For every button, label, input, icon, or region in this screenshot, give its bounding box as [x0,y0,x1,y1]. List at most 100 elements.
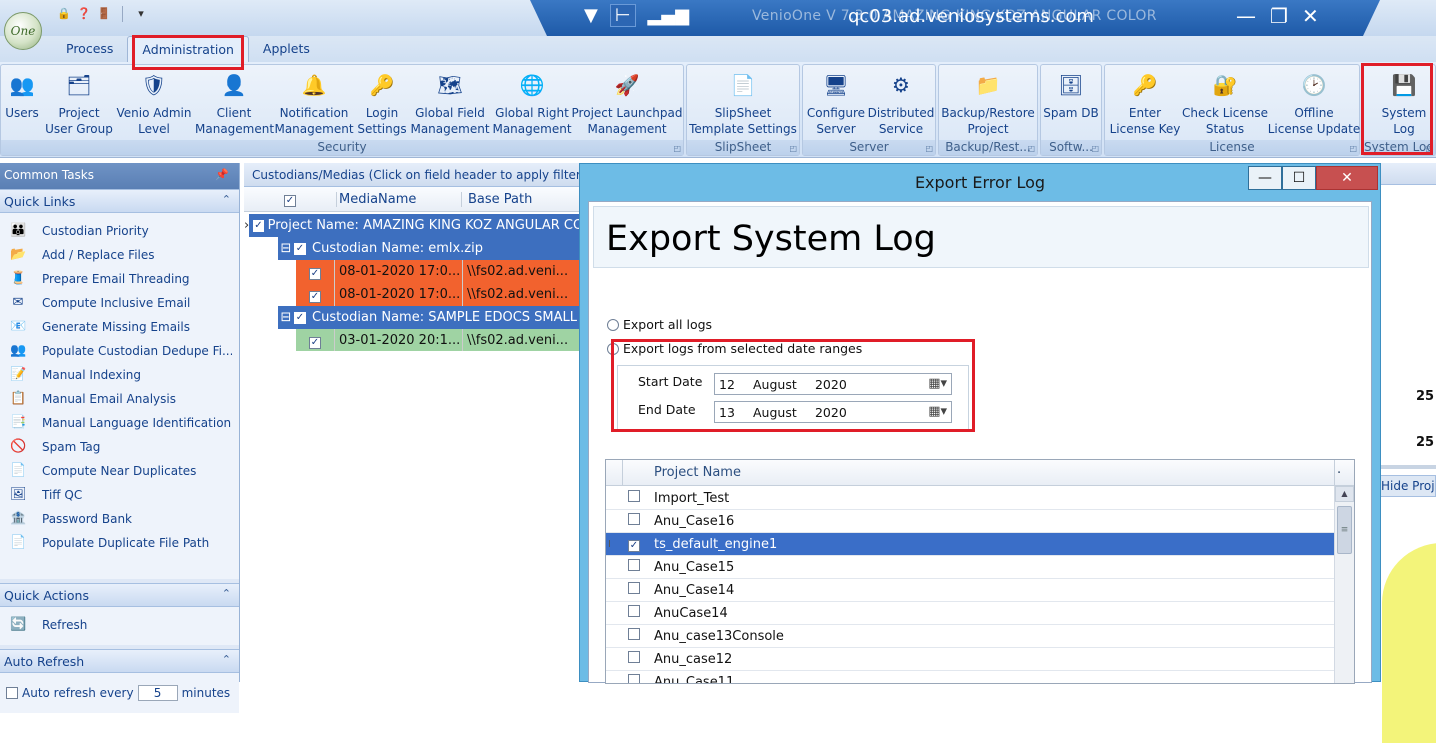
project-row[interactable]: › ✓ Project Name: AMAZING KING KOZ ANGULAR… [244,214,589,237]
end-day[interactable]: 13 [719,405,749,420]
backup-restore-project-button[interactable]: 📁 Backup/Restore Project [939,67,1037,137]
project-list-row[interactable]: Anu_Case15 [606,556,1334,579]
column-project-name[interactable]: Project Name [654,465,741,480]
media-row[interactable]: ✓ 03-01-2020 20:1... \\fs02.ad.veni... [244,329,589,351]
custodian-checkbox[interactable]: ✓ [294,242,306,255]
project-checkbox-cell[interactable] [606,582,646,598]
close-icon[interactable]: ✕ [1302,4,1319,28]
custodian-checkbox[interactable]: ✓ [294,311,306,324]
select-all-checkbox[interactable]: ✓ [284,194,296,207]
end-year[interactable]: 2020 [815,405,847,420]
project-checkbox[interactable]: ✓ [253,219,264,232]
task-refresh[interactable]: 🔄 Refresh [0,611,239,635]
media-checkbox-cell[interactable]: ✓ [296,283,334,306]
task-custodian-priority[interactable]: 👪 Custodian Priority [0,217,239,241]
auto-refresh-header[interactable]: Auto Refresh ⌃ [0,649,239,673]
task-password-bank[interactable]: 🏦 Password Bank [0,505,239,529]
minimize-icon[interactable]: — [1236,4,1256,28]
client-management-button[interactable]: 👤 Client Management [195,67,274,137]
project-checkbox-cell[interactable] [606,605,646,621]
users-button[interactable]: 👥 Users [1,67,43,121]
maximize-icon[interactable]: ☐ [1282,166,1316,190]
project-checkbox[interactable] [628,559,640,571]
task-manual-email-analysis[interactable]: 📋 Manual Email Analysis [0,385,239,409]
project-list-row[interactable]: Anu_case12 [606,648,1334,671]
start-month[interactable]: August [753,377,811,392]
enter-license-key-button[interactable]: 🔑 Enter License Key [1105,67,1185,137]
splitter[interactable] [1378,465,1436,469]
start-day[interactable]: 12 [719,377,749,392]
project-list-row[interactable]: Anu_Case14 [606,579,1334,602]
project-list-row[interactable]: Anu_Case11 [606,671,1334,683]
app-orb-button[interactable]: One [4,12,42,50]
start-year[interactable]: 2020 [815,377,847,392]
select-all-cell[interactable]: ✓ [244,192,336,207]
collapse-icon[interactable]: ⌃ [222,653,231,666]
project-checkbox[interactable] [628,582,640,594]
export-all-radio[interactable] [607,318,619,331]
task-add-replace-files[interactable]: 📂 Add / Replace Files [0,241,239,265]
project-checkbox[interactable] [628,605,640,617]
expand-icon[interactable]: › [244,214,250,237]
dialog-launcher-icon[interactable]: ◰ [789,144,797,153]
slipsheet-template-settings-button[interactable]: 📄 SlipSheet Template Settings [687,67,799,137]
auto-refresh-checkbox[interactable] [6,687,18,699]
end-date-picker[interactable]: 13 August 2020 ▦▾ [714,401,952,423]
lock-icon[interactable]: 🔒 [56,6,72,22]
column-chooser[interactable]: . [1337,462,1341,477]
media-row[interactable]: ✓ 08-01-2020 17:0... \\fs02.ad.veni... [244,283,589,306]
project-list-row[interactable]: AnuCase14 [606,602,1334,625]
project-checkbox-cell[interactable] [606,490,646,506]
task-populate-custodian-dedupe-fi[interactable]: 👥 Populate Custodian Dedupe Fi... [0,337,239,361]
task-spam-tag[interactable]: 🚫 Spam Tag [0,433,239,457]
dialog-launcher-icon[interactable]: ◰ [1349,144,1357,153]
task-compute-near-duplicates[interactable]: 📄 Compute Near Duplicates [0,457,239,481]
export-date-range-option[interactable]: Export logs from selected date ranges [607,341,862,356]
check-license-status-button[interactable]: 🔐 Check License Status [1179,67,1271,137]
project-list-row[interactable]: Anu_case13Console [606,625,1334,648]
restore-icon[interactable]: ❐ [1270,4,1288,28]
collapse-icon[interactable]: ⊟ [278,241,294,256]
start-date-picker[interactable]: 12 August 2020 ▦▾ [714,373,952,395]
column-basepath[interactable]: Base Path [461,191,573,207]
exit-icon[interactable]: 🚪 [96,6,112,22]
end-month[interactable]: August [753,405,811,420]
custodian-row[interactable]: ⊟ ✓ Custodian Name: emlx.zip [244,237,589,260]
scroll-up-icon[interactable]: ▲ [1335,486,1354,502]
media-row[interactable]: ✓ 08-01-2020 17:0... \\fs02.ad.veni... [244,260,589,283]
calendar-dropdown-icon[interactable]: ▦▾ [928,376,947,391]
task-prepare-email-threading[interactable]: 🧵 Prepare Email Threading [0,265,239,289]
auto-refresh-minutes-input[interactable]: 5 [137,685,178,701]
task-manual-language-identification[interactable]: 📑 Manual Language Identification [0,409,239,433]
project-checkbox[interactable] [628,628,640,640]
dialog-launcher-icon[interactable]: ◰ [1027,144,1035,153]
project-list-row[interactable]: Anu_Case16 [606,510,1334,533]
close-icon[interactable]: ✕ [1316,166,1378,190]
collapse-icon[interactable]: ⊟ [278,310,294,325]
hide-projects-button[interactable]: Hide Proje [1378,475,1436,497]
project-checkbox[interactable] [628,490,640,502]
chevron-down-icon[interactable]: ▼ [584,5,598,26]
project-checkbox[interactable] [628,674,640,683]
tab-process[interactable]: Process [52,36,127,62]
media-checkbox-cell[interactable]: ✓ [296,260,334,283]
project-checkbox-cell[interactable] [606,651,646,667]
dialog-launcher-icon[interactable]: ◰ [1091,144,1099,153]
quick-links-header[interactable]: Quick Links ⌃ [0,189,239,213]
project-checkbox[interactable] [628,651,640,663]
customize-toolbar-icon[interactable]: ▾ [133,6,149,22]
pin-pane-icon[interactable]: 📌 [215,168,229,181]
scroll-thumb[interactable]: ≡ [1337,506,1352,554]
notification-management-button[interactable]: 🔔 Notification Management [273,67,355,137]
project-checkbox[interactable] [628,513,640,525]
project-checkbox-cell[interactable] [606,628,646,644]
project-checkbox-cell[interactable]: ✓ [606,537,646,552]
media-checkbox[interactable]: ✓ [309,268,321,280]
minimize-icon[interactable]: — [1248,166,1282,190]
project-user-group-button[interactable]: 🗂 Project User Group [45,67,113,137]
system-log-button[interactable]: 💾 System Log [1367,67,1436,137]
media-checkbox[interactable]: ✓ [309,291,321,303]
project-checkbox[interactable]: ✓ [628,539,640,552]
venio-admin-level-button[interactable]: 🛡 Venio Admin Level [113,67,195,137]
pin-icon[interactable]: ⊢ [609,4,636,27]
